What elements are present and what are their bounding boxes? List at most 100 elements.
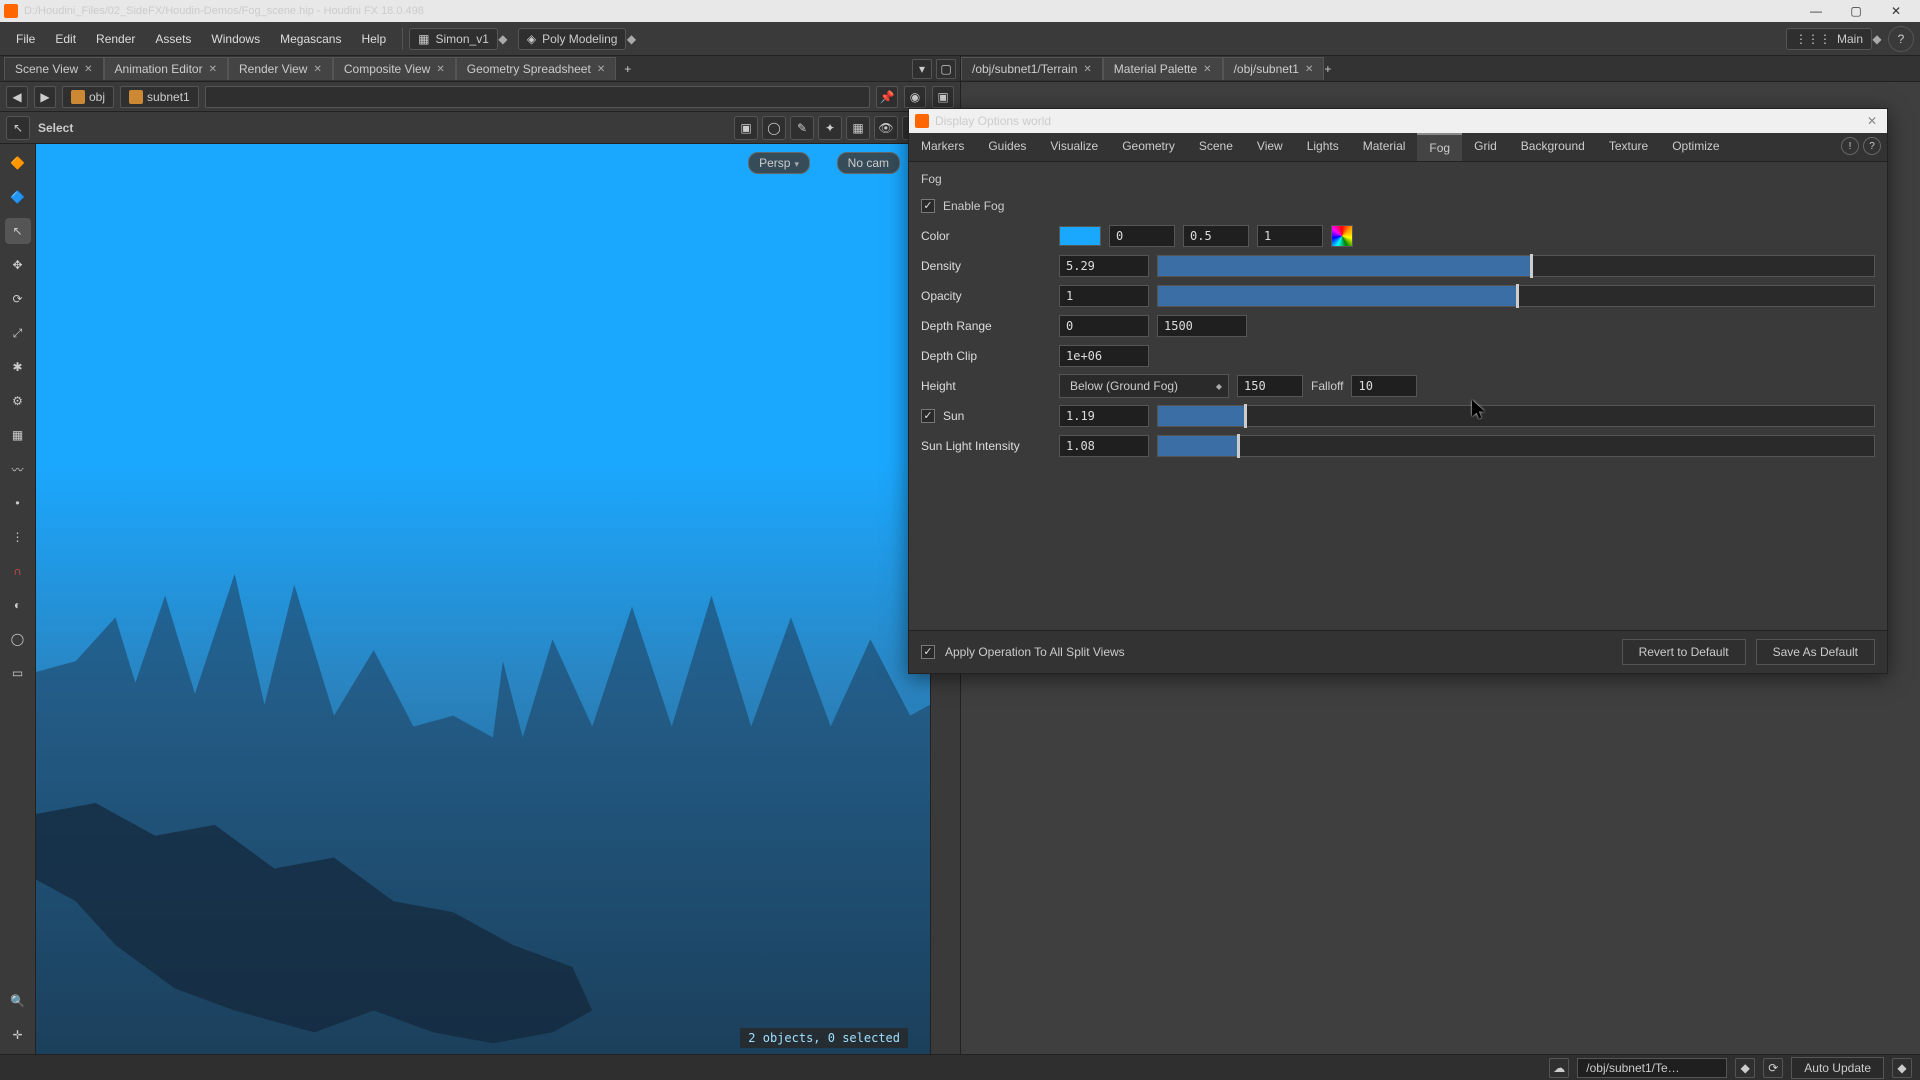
refresh-icon[interactable]: ⟳ — [1763, 1058, 1783, 1078]
color-r-field[interactable] — [1109, 225, 1175, 247]
depth-clip-field[interactable] — [1059, 345, 1149, 367]
sun-checkbox[interactable] — [921, 409, 935, 423]
chevron-icon[interactable]: ◆ — [1735, 1058, 1755, 1078]
selection-box-icon[interactable]: ▣ — [734, 116, 758, 140]
dtab-view[interactable]: View — [1245, 133, 1295, 161]
dtab-scene[interactable]: Scene — [1187, 133, 1245, 161]
dialog-close-button[interactable]: ✕ — [1863, 114, 1881, 128]
color-b-field[interactable] — [1257, 225, 1323, 247]
menu-render[interactable]: Render — [86, 26, 145, 52]
magnet-icon[interactable]: ∩ — [5, 558, 31, 584]
menu-windows[interactable]: Windows — [201, 26, 270, 52]
tab-subnet1[interactable]: /obj/subnet1✕ — [1223, 57, 1325, 80]
camera-menu[interactable]: Persp▾ — [748, 152, 810, 174]
cloud-icon[interactable]: ☁ — [1549, 1058, 1569, 1078]
menu-edit[interactable]: Edit — [45, 26, 86, 52]
dtab-grid[interactable]: Grid — [1462, 133, 1509, 161]
wand-icon[interactable]: ✦ — [818, 116, 842, 140]
dtab-markers[interactable]: Markers — [909, 133, 976, 161]
sun-slider[interactable] — [1157, 405, 1875, 427]
close-icon[interactable]: ✕ — [597, 64, 605, 75]
chevron-icon[interactable]: ◆ — [1892, 1058, 1912, 1078]
dtab-material[interactable]: Material — [1351, 133, 1418, 161]
desktop-selector-main[interactable]: ⋮⋮⋮ Main — [1786, 28, 1872, 50]
lasso-icon[interactable]: ◯ — [762, 116, 786, 140]
pose-tool-icon[interactable]: ✱ — [5, 354, 31, 380]
height-mode-dropdown[interactable]: Below (Ground Fog) — [1059, 374, 1229, 398]
opacity-slider[interactable] — [1157, 285, 1875, 307]
select-arrow-icon[interactable]: ↖ — [5, 218, 31, 244]
breadcrumb-obj[interactable]: obj — [62, 86, 114, 108]
depth-range-max-field[interactable] — [1157, 315, 1247, 337]
tab-scene-view[interactable]: Scene View✕ — [4, 57, 104, 80]
dtab-texture[interactable]: Texture — [1597, 133, 1660, 161]
inspect-icon[interactable]: 🔍 — [5, 988, 31, 1014]
rotate-tool-icon[interactable]: ⟳ — [5, 286, 31, 312]
auto-update-button[interactable]: Auto Update — [1791, 1057, 1884, 1079]
tab-material-palette[interactable]: Material Palette✕ — [1103, 57, 1223, 80]
dtab-geometry[interactable]: Geometry — [1110, 133, 1187, 161]
sun-intensity-slider[interactable] — [1157, 435, 1875, 457]
menu-help[interactable]: Help — [351, 26, 396, 52]
forward-button[interactable]: ▶ — [34, 86, 56, 108]
dtab-background[interactable]: Background — [1509, 133, 1597, 161]
density-slider[interactable] — [1157, 255, 1875, 277]
tab-terrain[interactable]: /obj/subnet1/Terrain✕ — [961, 57, 1103, 80]
move-tool-icon[interactable]: ✥ — [5, 252, 31, 278]
opacity-field[interactable] — [1059, 285, 1149, 307]
pane-menu-icon[interactable]: ▾ — [912, 59, 932, 79]
close-button[interactable]: ✕ — [1876, 0, 1916, 22]
3d-viewport[interactable]: Persp▾ No cam 2 objects, 0 selected — [36, 144, 930, 1054]
close-icon[interactable]: ✕ — [313, 64, 321, 75]
breadcrumb-subnet1[interactable]: subnet1 — [120, 86, 199, 108]
maximize-button[interactable]: ▢ — [1836, 0, 1876, 22]
close-icon[interactable]: ✕ — [436, 64, 444, 75]
menu-assets[interactable]: Assets — [145, 26, 201, 52]
close-icon[interactable]: ✕ — [209, 64, 217, 75]
status-path[interactable]: /obj/subnet1/Te… — [1577, 1058, 1727, 1078]
measure-icon[interactable]: ▭ — [5, 660, 31, 686]
help-button[interactable]: ? — [1888, 26, 1914, 52]
dtab-lights[interactable]: Lights — [1295, 133, 1351, 161]
axis-icon[interactable]: ✛ — [5, 1022, 31, 1048]
color-swatch[interactable] — [1059, 226, 1101, 246]
tab-animation-editor[interactable]: Animation Editor✕ — [104, 57, 228, 80]
menu-file[interactable]: File — [6, 26, 45, 52]
select-tool-icon[interactable]: ↖ — [6, 116, 30, 140]
chevron-icon[interactable]: ◆ — [1872, 32, 1882, 46]
dtab-visualize[interactable]: Visualize — [1038, 133, 1110, 161]
ruler-icon[interactable]: ◯ — [5, 626, 31, 652]
falloff-field[interactable] — [1351, 375, 1417, 397]
brush-icon[interactable]: ✎ — [790, 116, 814, 140]
menu-megascans[interactable]: Megascans — [270, 26, 351, 52]
height-value-field[interactable] — [1237, 375, 1303, 397]
save-default-button[interactable]: Save As Default — [1756, 639, 1875, 665]
minimize-button[interactable]: — — [1796, 0, 1836, 22]
dtab-guides[interactable]: Guides — [976, 133, 1038, 161]
sphere-icon[interactable]: ◉ — [904, 86, 926, 108]
pin-icon[interactable]: 📌 — [876, 86, 898, 108]
help-icon[interactable]: ? — [1863, 137, 1881, 155]
color-picker-icon[interactable] — [1331, 225, 1353, 247]
add-tab-button[interactable]: + — [616, 60, 639, 78]
sun-field[interactable] — [1059, 405, 1149, 427]
back-button[interactable]: ◀ — [6, 86, 28, 108]
sun-intensity-field[interactable] — [1059, 435, 1149, 457]
snap-multi-icon[interactable]: ⋮ — [5, 524, 31, 550]
close-icon[interactable]: ✕ — [1083, 64, 1091, 75]
tab-geometry-spreadsheet[interactable]: Geometry Spreadsheet✕ — [456, 57, 616, 80]
tumble-tool-icon[interactable]: 🔷 — [5, 184, 31, 210]
camera-label[interactable]: No cam — [837, 152, 900, 174]
tab-render-view[interactable]: Render View✕ — [228, 57, 333, 80]
view-tool-icon[interactable]: 🔶 — [5, 150, 31, 176]
depth-range-min-field[interactable] — [1059, 315, 1149, 337]
snap-curve-icon[interactable]: 〰 — [5, 456, 31, 482]
density-field[interactable] — [1059, 255, 1149, 277]
color-g-field[interactable] — [1183, 225, 1249, 247]
close-icon[interactable]: ✕ — [1203, 64, 1211, 75]
info-icon[interactable]: ! — [1841, 137, 1859, 155]
revert-button[interactable]: Revert to Default — [1622, 639, 1746, 665]
enable-fog-checkbox[interactable] — [921, 199, 935, 213]
chevron-icon[interactable]: ◆ — [498, 32, 508, 46]
dtab-fog[interactable]: Fog — [1417, 133, 1462, 161]
